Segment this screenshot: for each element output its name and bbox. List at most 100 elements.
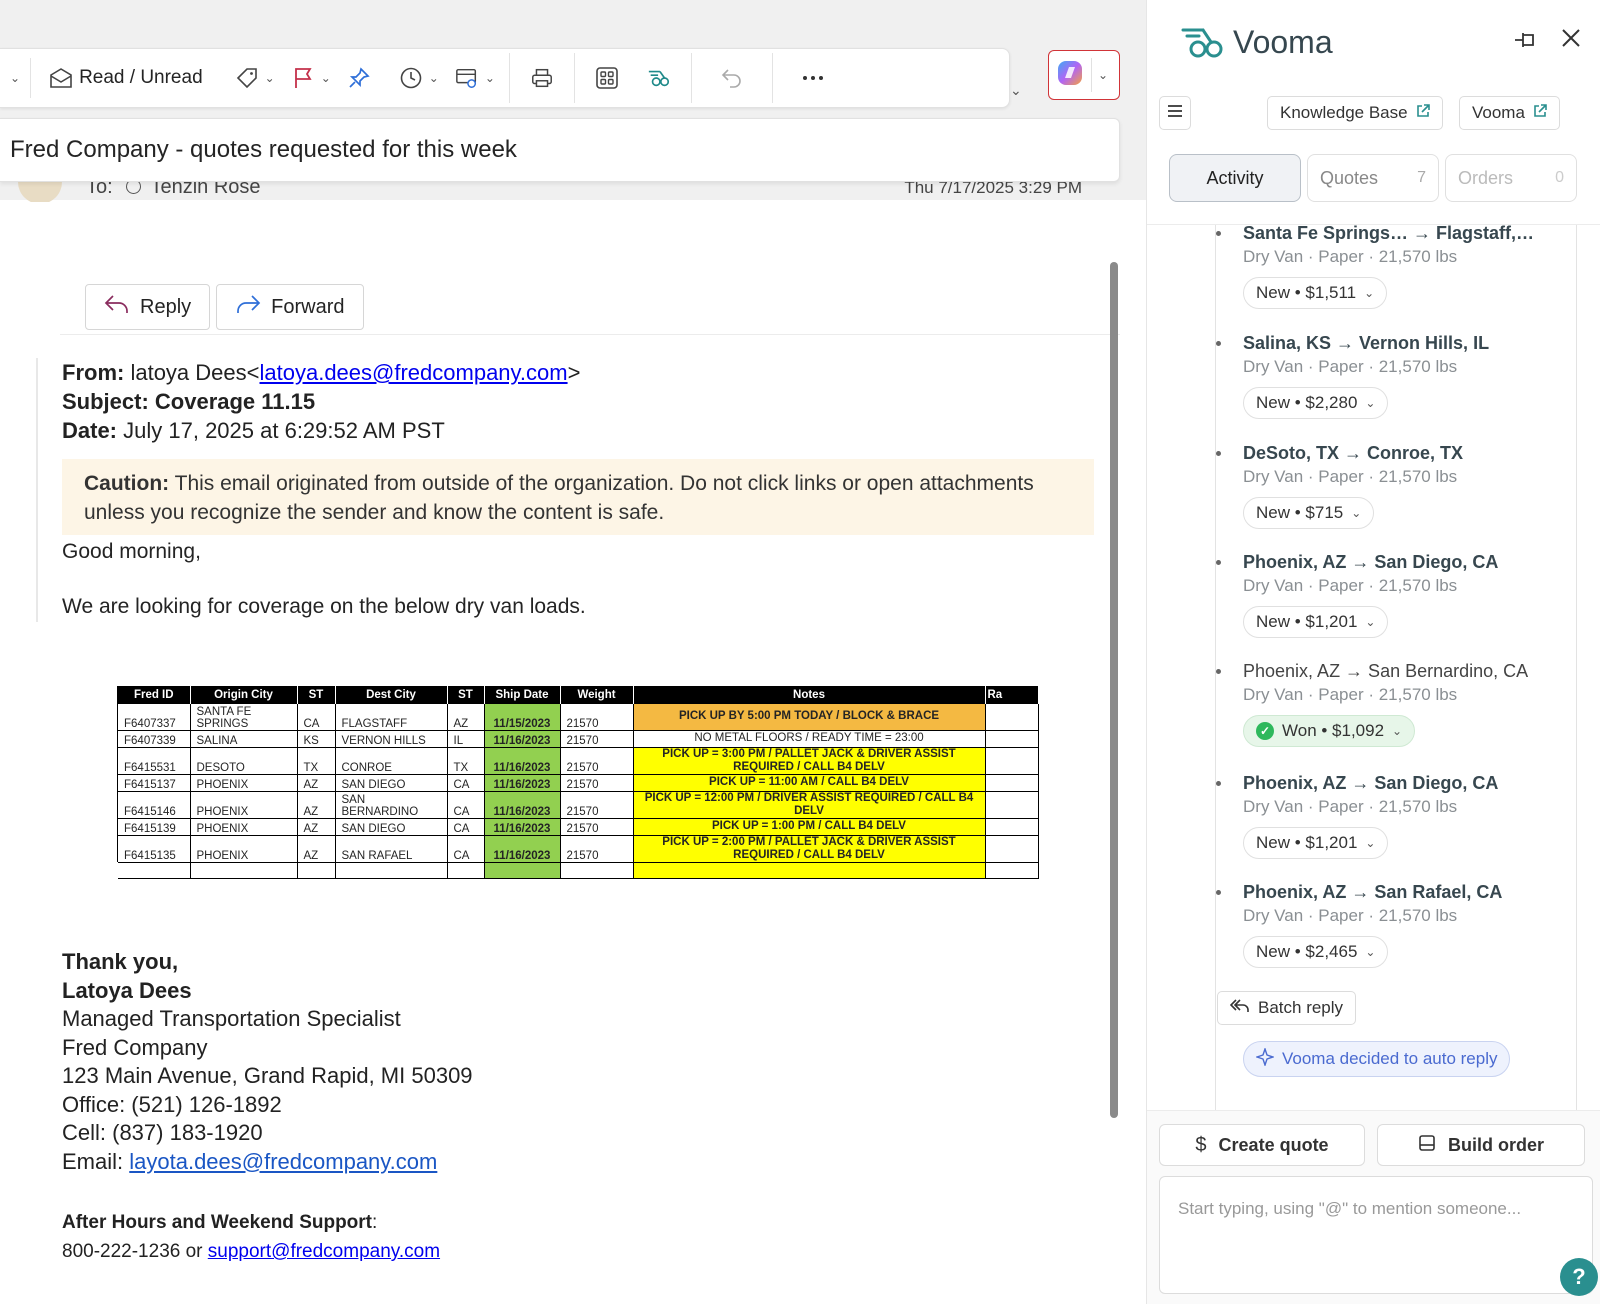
tab-activity[interactable]: Activity: [1169, 154, 1301, 202]
activity-feed[interactable]: Santa Fe Springs… → Flagstaff,… Dry Van …: [1147, 224, 1600, 1110]
column-header: ST: [297, 686, 336, 704]
quote-status-dropdown[interactable]: ✓ Won • $1,092 ⌄: [1243, 715, 1416, 747]
copilot-button[interactable]: ⌄: [1048, 50, 1120, 100]
quote-item[interactable]: Salina, KS → Vernon Hills, IL Dry Van · …: [1216, 333, 1573, 419]
quote-status: New • $1,201: [1256, 833, 1358, 852]
quote-route: Phoenix, AZ → San Diego, CA: [1243, 552, 1499, 572]
categorize-button[interactable]: ⌄: [227, 58, 283, 98]
copilot-icon: [1055, 58, 1085, 93]
cell-dest-city: SAN RAFAEL: [335, 835, 448, 863]
cell-fred-id: F6415146: [118, 791, 191, 819]
signature-email-link[interactable]: layota.dees@fredcompany.com: [129, 1149, 437, 1174]
to-recipient: To: Tenzin Rose: [86, 182, 261, 199]
chevron-down-icon: ⌄: [1365, 615, 1376, 629]
quote-status-dropdown[interactable]: New • $1,511 ⌄: [1243, 277, 1388, 309]
pin-icon: [347, 66, 371, 90]
chevron-down-icon: ⌄: [1364, 286, 1375, 300]
reply-button[interactable]: Reply: [85, 284, 211, 330]
vooma-link-label: Vooma: [1472, 103, 1525, 122]
forward-button[interactable]: Forward: [216, 284, 364, 330]
snooze-button[interactable]: ⌄: [391, 58, 447, 98]
cell-dest-city: SAN DIEGO: [335, 774, 448, 792]
quote-status: New • $2,280: [1256, 393, 1358, 412]
cell-dest-st: TX: [447, 747, 485, 775]
cell-fred-id: F6415135: [118, 835, 191, 863]
batch-reply-button[interactable]: Batch reply: [1217, 991, 1357, 1025]
chevron-down-icon: ⌄: [1351, 506, 1362, 520]
quote-item[interactable]: DeSoto, TX → Conroe, TX Dry Van · Paper …: [1216, 443, 1573, 529]
support-phone: 800-222-1236 or: [62, 1241, 203, 1262]
signature-thanks-text: Thank you,: [62, 949, 179, 974]
quote-item[interactable]: Phoenix, AZ → San Diego, CA Dry Van · Pa…: [1216, 773, 1573, 859]
quote-item[interactable]: Phoenix, AZ → San Rafael, CA Dry Van · P…: [1216, 882, 1573, 968]
bullet: [1216, 231, 1221, 236]
more-actions-button[interactable]: [779, 58, 847, 98]
cell-weight: 21570: [560, 835, 634, 863]
message-input[interactable]: Start typing, using "@" to mention someo…: [1159, 1176, 1593, 1294]
quote-item[interactable]: Santa Fe Springs… → Flagstaff,… Dry Van …: [1216, 225, 1573, 309]
cell-dest-city: VERNON HILLS: [335, 730, 448, 748]
sender-avatar[interactable]: [18, 182, 62, 202]
cell-empty: [484, 862, 561, 879]
quote-status-dropdown[interactable]: New • $1,201 ⌄: [1243, 606, 1389, 638]
tab-quotes[interactable]: Quotes 7: [1307, 154, 1439, 202]
print-button[interactable]: [516, 58, 568, 98]
support-email-link[interactable]: support@fredcompany.com: [208, 1241, 440, 1262]
printer-icon: [530, 66, 554, 90]
build-order-button[interactable]: Build order: [1377, 1124, 1585, 1166]
cell-rate: [985, 704, 1039, 731]
loads-table: Fred ID Origin City ST Dest City ST Ship…: [118, 686, 1039, 879]
bullet: [1216, 669, 1221, 674]
help-button[interactable]: ?: [1560, 1258, 1598, 1296]
menu-button[interactable]: [1159, 96, 1191, 130]
from-line: From: latoya Dees<latoya.dees@fredcompan…: [62, 360, 581, 385]
email-body: From: latoya Dees<latoya.dees@fredcompan…: [36, 358, 1106, 622]
rules-button[interactable]: ⌄: [447, 58, 503, 98]
tag-icon: [235, 66, 259, 90]
chevron-down-icon[interactable]: ⌄: [1010, 82, 1022, 99]
table-row: F6415135 PHOENIX AZ SAN RAFAEL CA 11/16/…: [118, 835, 1039, 863]
cell-notes: PICK UP = 3:00 PM / PALLET JACK & DRIVER…: [633, 747, 986, 775]
cell-origin-city: DESOTO: [190, 747, 298, 775]
flag-button[interactable]: ⌄: [283, 58, 339, 98]
from-email-link[interactable]: latoya.dees@fredcompany.com: [260, 360, 568, 385]
vooma-external-link[interactable]: Vooma: [1459, 96, 1560, 130]
quote-item[interactable]: Phoenix, AZ → San Bernardino, CA Dry Van…: [1216, 661, 1573, 747]
undo-button[interactable]: [698, 58, 766, 98]
close-icon[interactable]: [1559, 26, 1583, 55]
quote-meta: Dry Van · Paper · 21,570 lbs: [1243, 247, 1458, 266]
cell-weight: 21570: [560, 747, 634, 775]
forward-label: Forward: [271, 295, 345, 318]
pin-panel-icon[interactable]: [1511, 28, 1539, 57]
pin-button[interactable]: [339, 58, 379, 98]
vooma-addin-button[interactable]: [633, 58, 685, 98]
quote-item[interactable]: Phoenix, AZ → San Diego, CA Dry Van · Pa…: [1216, 552, 1573, 638]
to-name[interactable]: Tenzin Rose: [150, 182, 260, 198]
message-input-placeholder: Start typing, using "@" to mention someo…: [1178, 1199, 1522, 1218]
column-header: Dest City: [335, 686, 448, 704]
create-quote-button[interactable]: $ Create quote: [1159, 1124, 1365, 1166]
envelope-open-icon: [49, 66, 73, 90]
chevron-down-icon[interactable]: ⌄: [1098, 68, 1108, 82]
apps-button[interactable]: [581, 58, 633, 98]
cell-fred-id: F6407337: [118, 704, 191, 731]
toolbar-overflow-left[interactable]: ⌄: [0, 58, 30, 98]
tab-count: 7: [1417, 169, 1426, 186]
signature-name-text: Latoya Dees: [62, 977, 192, 1003]
tab-orders[interactable]: Orders 0: [1445, 154, 1577, 202]
quote-status-dropdown[interactable]: New • $1,201 ⌄: [1243, 827, 1389, 859]
quote-status-dropdown[interactable]: New • $715 ⌄: [1243, 497, 1375, 529]
read-unread-button[interactable]: Read / Unread: [41, 58, 211, 98]
column-header: Weight: [560, 686, 634, 704]
quote-status-dropdown[interactable]: New • $2,280 ⌄: [1243, 387, 1389, 419]
create-quote-label: Create quote: [1218, 1134, 1329, 1155]
quote-status-dropdown[interactable]: New • $2,465 ⌄: [1243, 936, 1389, 968]
cell-dest-st: CA: [447, 774, 485, 792]
quote-route: Salina, KS → Vernon Hills, IL: [1243, 333, 1490, 353]
help-label: ?: [1572, 1264, 1586, 1289]
signature-thanks: Thank you,: [62, 948, 473, 977]
cell-dest-city: SAN DIEGO: [335, 818, 448, 836]
email-scrollbar[interactable]: [1110, 262, 1118, 1118]
knowledge-base-link[interactable]: Knowledge Base: [1267, 96, 1443, 130]
quote-meta: Dry Van · Paper · 21,570 lbs: [1243, 685, 1458, 704]
